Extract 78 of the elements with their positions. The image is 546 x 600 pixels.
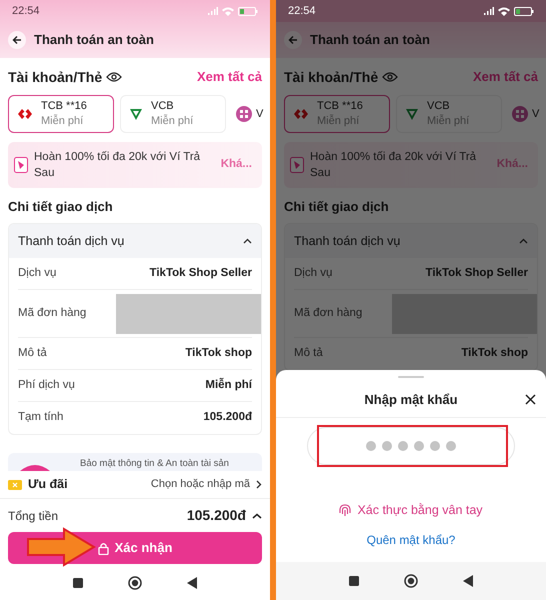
account-name: V bbox=[532, 106, 540, 122]
lock-icon bbox=[98, 542, 109, 554]
promo-text: Hoàn 100% tối đa 20k với Ví Trả Sau bbox=[34, 150, 202, 181]
detail-label: Mã đơn hàng bbox=[18, 306, 86, 321]
detail-value: Miễn phí bbox=[205, 376, 252, 393]
detail-value: 105.200đ bbox=[203, 410, 252, 426]
account-card[interactable]: VCB Miễn phí bbox=[120, 95, 226, 133]
chevron-up-icon bbox=[519, 238, 528, 244]
section-title: Chi tiết giao dịch bbox=[8, 198, 114, 215]
account-name: V bbox=[256, 106, 264, 122]
sheet-title: Nhập mật khẩu bbox=[364, 390, 458, 409]
recent-apps-icon[interactable] bbox=[348, 576, 359, 586]
ticket-icon bbox=[8, 480, 22, 490]
home-icon[interactable] bbox=[128, 576, 142, 590]
promo-text: Hoàn 100% tối đa 20k với Ví Trả Sau bbox=[310, 150, 478, 181]
banner-text: Bảo mật thông tin & An toàn tài sản bbox=[80, 457, 229, 471]
account-name: TCB **16 bbox=[317, 99, 363, 114]
account-name: VCB bbox=[151, 99, 175, 114]
forgot-password-link[interactable]: Quên mật khẩu? bbox=[366, 531, 456, 549]
bank-logo-icon bbox=[293, 108, 309, 120]
section-title: Tài khoản/Thẻ bbox=[284, 68, 378, 86]
close-icon[interactable] bbox=[525, 394, 536, 405]
back-arrow-icon bbox=[12, 35, 22, 45]
status-time: 22:54 bbox=[288, 4, 316, 19]
battery-icon bbox=[238, 6, 258, 16]
section-header[interactable]: Thanh toán dịch vụ bbox=[9, 224, 261, 258]
back-arrow-icon bbox=[288, 35, 298, 45]
chevron-up-icon[interactable] bbox=[252, 512, 262, 518]
account-card[interactable]: TCB **16 Miễn phí bbox=[8, 95, 114, 133]
promo-link[interactable]: Khá... bbox=[220, 156, 252, 174]
password-field[interactable] bbox=[307, 427, 515, 465]
status-time: 22:54 bbox=[12, 4, 40, 19]
back-icon[interactable] bbox=[463, 575, 474, 587]
bank-logo-icon bbox=[129, 107, 143, 121]
chevron-right-icon bbox=[256, 480, 262, 489]
recent-apps-icon[interactable] bbox=[72, 578, 83, 588]
account-fee: Miễn phí bbox=[151, 114, 194, 129]
section-title: Chi tiết giao dịch bbox=[284, 198, 390, 215]
bank-logo-icon bbox=[405, 107, 419, 121]
wallet-logo-icon bbox=[236, 106, 252, 122]
eye-icon[interactable] bbox=[106, 72, 122, 82]
page-title: Thanh toán an toàn bbox=[310, 31, 430, 50]
detail-label: Mô tả bbox=[294, 346, 323, 362]
chevron-up-icon bbox=[243, 238, 252, 244]
offer-row[interactable]: Ưu đãi Chọn hoặc nhập mã bbox=[0, 471, 270, 499]
bank-logo-icon bbox=[17, 108, 33, 120]
section-title: Tài khoản/Thẻ bbox=[8, 68, 102, 86]
wallet-logo-icon bbox=[512, 106, 528, 122]
back-icon[interactable] bbox=[187, 577, 198, 589]
see-all-link[interactable]: Xem tất cả bbox=[472, 67, 538, 87]
detail-value: TikTok shop bbox=[461, 346, 528, 362]
signal-icon bbox=[484, 7, 494, 15]
fingerprint-icon[interactable] bbox=[339, 504, 352, 516]
detail-label: Dịch vụ bbox=[294, 266, 332, 281]
detail-value: TikTok shop bbox=[185, 346, 252, 361]
pointer-arrow-icon bbox=[26, 527, 96, 567]
fingerprint-link[interactable]: Xác thực bằng vân tay bbox=[357, 500, 483, 520]
signal-icon bbox=[208, 7, 218, 15]
page-title: Thanh toán an toàn bbox=[34, 31, 154, 50]
see-all-link[interactable]: Xem tất cả bbox=[196, 67, 262, 87]
detail-value: TikTok Shop Seller bbox=[426, 266, 528, 281]
detail-label: Dịch vụ bbox=[18, 266, 56, 281]
detail-label: Mô tả bbox=[18, 346, 47, 361]
detail-value: TikTok Shop Seller bbox=[150, 266, 252, 281]
home-icon[interactable] bbox=[404, 574, 418, 588]
total-amount: 105.200đ bbox=[186, 506, 246, 525]
account-name: TCB **16 bbox=[41, 99, 87, 114]
detail-label: Phí dịch vụ bbox=[18, 378, 75, 393]
wifi-icon bbox=[498, 6, 510, 16]
battery-icon bbox=[514, 6, 534, 16]
section-header[interactable]: Thanh toán dịch vụ bbox=[285, 224, 537, 258]
detail-label: Mã đơn hàng bbox=[294, 306, 362, 321]
account-fee: Miễn phí bbox=[41, 114, 84, 129]
wifi-icon bbox=[222, 6, 234, 16]
detail-label: Tạm tính bbox=[18, 410, 64, 426]
total-label: Tổng tiền bbox=[8, 508, 58, 524]
account-name: VCB bbox=[427, 99, 451, 114]
back-button[interactable] bbox=[8, 31, 26, 49]
